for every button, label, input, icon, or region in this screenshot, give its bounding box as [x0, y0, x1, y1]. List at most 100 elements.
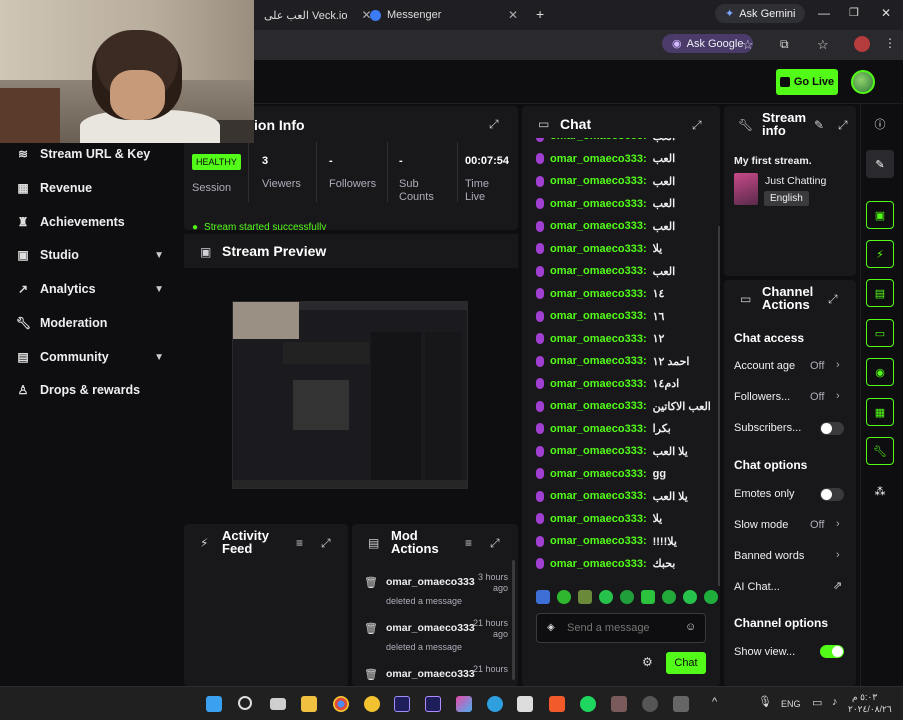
list-rail-icon[interactable]: ▤	[866, 279, 894, 307]
external-link-icon[interactable]: ⇗	[833, 579, 842, 592]
clock-date[interactable]: ٢٠٢٤/٠٨/٢٦	[848, 704, 892, 715]
account-age-value[interactable]: Off	[810, 360, 824, 372]
mod-action-user[interactable]: omar_omaeco333	[386, 622, 475, 634]
edit-icon[interactable]: ✎	[866, 150, 894, 178]
emote-icon[interactable]	[620, 590, 634, 604]
filter-icon[interactable]: ≡	[296, 536, 303, 550]
sidebar-item-drops[interactable]: ♙ Drops & rewards	[0, 375, 182, 405]
chat-username[interactable]: omar_omaeco333:	[550, 378, 647, 390]
expand-icon[interactable]: ⤢	[838, 118, 848, 133]
browser-tab-veck[interactable]: العب على Veck.io ✕	[256, 4, 380, 26]
expand-icon[interactable]: ⤢	[321, 536, 331, 551]
chat-username[interactable]: omar_omaeco333:	[550, 265, 647, 277]
expand-icon[interactable]: ⤢	[489, 117, 499, 132]
stream-preview-video[interactable]	[232, 301, 468, 489]
app-icon[interactable]	[456, 696, 472, 712]
play-rail-icon[interactable]: ◉	[866, 358, 894, 386]
expand-icon[interactable]: ⤢	[692, 118, 702, 133]
window-rail-icon[interactable]: ▦	[866, 398, 894, 426]
emote-icon[interactable]	[704, 590, 718, 604]
emote-icon[interactable]	[662, 590, 676, 604]
chat-rail-icon[interactable]: ▭	[866, 319, 894, 347]
emoji-icon[interactable]: ☺	[685, 621, 696, 633]
chat-username[interactable]: omar_omaeco333:	[550, 310, 647, 322]
sidebar-item-revenue[interactable]: ▦ Revenue	[0, 173, 182, 203]
sidebar-item-studio[interactable]: ▣ Studio ▼	[0, 240, 182, 270]
language-indicator[interactable]: ENG	[781, 699, 801, 709]
minimize-icon[interactable]: —	[818, 6, 830, 20]
sidebar-item-stream-url[interactable]: ≋ Stream URL & Key	[0, 139, 182, 169]
emote-icon[interactable]	[578, 590, 592, 604]
maximize-icon[interactable]: ❐	[849, 6, 859, 19]
show-viewers-toggle[interactable]	[820, 645, 844, 658]
lightning-rail-icon[interactable]: ⚡︎	[866, 240, 894, 268]
chat-username[interactable]: omar_omaeco333:	[550, 423, 647, 435]
profile-avatar[interactable]	[854, 36, 870, 52]
app-icon[interactable]	[364, 696, 380, 712]
store-icon[interactable]	[517, 696, 533, 712]
browser-menu-icon[interactable]: ⋮	[884, 36, 896, 50]
windows-start-icon[interactable]	[206, 696, 222, 712]
edit-icon[interactable]: ✎	[814, 118, 824, 132]
sidebar-item-achievements[interactable]: ♜ Achievements	[0, 207, 182, 237]
chat-username[interactable]: omar_omaeco333:	[550, 333, 647, 345]
chrome-icon[interactable]	[333, 696, 349, 712]
emote-icon[interactable]	[536, 590, 550, 604]
expand-icon[interactable]: ⤢	[828, 292, 838, 307]
subscribers-toggle[interactable]	[820, 422, 844, 435]
chat-username[interactable]: omar_omaeco333:	[550, 288, 647, 300]
file-explorer-icon[interactable]	[301, 696, 317, 712]
ask-google-button[interactable]: ◉ Ask Google	[662, 34, 754, 53]
chat-username[interactable]: omar_omaeco333:	[550, 490, 647, 502]
preview-rail-icon[interactable]: ▣	[866, 201, 894, 229]
go-live-button[interactable]: Go Live	[776, 69, 838, 95]
scrollbar[interactable]	[718, 226, 720, 586]
volume-icon[interactable]: ♪	[832, 696, 838, 708]
edge-icon[interactable]	[487, 696, 503, 712]
spotify-icon[interactable]	[580, 696, 596, 712]
chat-username[interactable]: omar_omaeco333:	[550, 243, 647, 255]
mod-action-user[interactable]: omar_omaeco333	[386, 668, 475, 680]
chat-username[interactable]: omar_omaeco333:	[550, 220, 647, 232]
gear-icon[interactable]: ⚙	[642, 655, 653, 669]
emote-icon[interactable]	[599, 590, 613, 604]
chat-username[interactable]: omar_omaeco333:	[550, 535, 647, 547]
microphone-icon[interactable]: 🎙︎	[758, 695, 772, 708]
sidebar-item-community[interactable]: ▤ Community ▼	[0, 342, 182, 372]
apps-rail-icon[interactable]: ⁂	[866, 477, 894, 505]
clock-time[interactable]: ٥:٠٣ م	[852, 692, 877, 703]
search-icon[interactable]	[238, 696, 252, 710]
browser-tab-messenger[interactable]: Messenger ✕	[362, 4, 526, 26]
app-icon[interactable]	[611, 696, 627, 712]
new-tab-button[interactable]: +	[536, 6, 544, 22]
emote-icon[interactable]	[641, 590, 655, 604]
ask-gemini-button[interactable]: ✦ Ask Gemini	[715, 4, 806, 23]
chat-username[interactable]: omar_omaeco333:	[550, 175, 647, 187]
chevron-up-icon[interactable]: ^	[712, 696, 717, 708]
banned-words-label[interactable]: Banned words	[734, 550, 804, 562]
expand-icon[interactable]: ⤢	[490, 536, 500, 551]
close-window-icon[interactable]: ✕	[881, 6, 891, 20]
chat-username[interactable]: omar_omaeco333:	[550, 513, 647, 525]
task-view-icon[interactable]	[270, 698, 286, 710]
after-effects-icon[interactable]	[394, 696, 410, 712]
followers-only-value[interactable]: Off	[810, 391, 824, 403]
avatar[interactable]	[851, 70, 875, 94]
chat-username[interactable]: omar_omaeco333:	[550, 468, 647, 480]
chat-username[interactable]: omar_omaeco333:	[550, 355, 647, 367]
mod-action-user[interactable]: omar_omaeco333	[386, 576, 475, 588]
info-icon[interactable]: ⓘ	[866, 110, 894, 138]
chat-username[interactable]: omar_omaeco333:	[550, 198, 647, 210]
chat-username[interactable]: omar_omaeco333:	[550, 445, 647, 457]
premiere-icon[interactable]	[425, 696, 441, 712]
filter-icon[interactable]: ≡	[465, 536, 472, 550]
chat-username[interactable]: omar_omaeco333:	[550, 138, 647, 142]
slow-mode-value[interactable]: Off	[810, 519, 824, 531]
chat-username[interactable]: omar_omaeco333:	[550, 153, 647, 165]
app-icon[interactable]	[673, 696, 689, 712]
app-icon[interactable]	[642, 696, 658, 712]
sidebar-item-analytics[interactable]: ↗ Analytics ▼	[0, 274, 182, 304]
emotes-only-toggle[interactable]	[820, 488, 844, 501]
ai-chat-label[interactable]: AI Chat...	[734, 581, 780, 593]
bookmark-star-icon[interactable]: ☆	[742, 37, 754, 53]
